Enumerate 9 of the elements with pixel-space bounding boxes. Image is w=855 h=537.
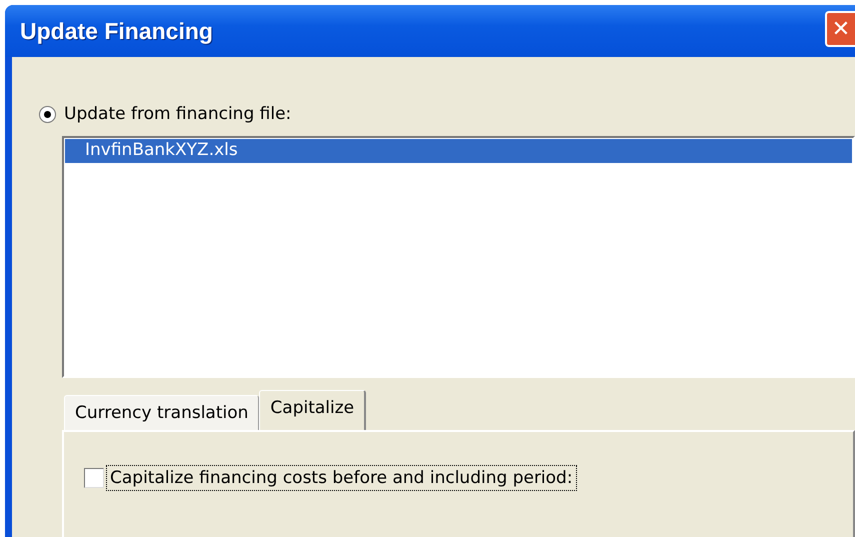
checkbox-label: Capitalize financing costs before and including period: xyxy=(106,465,577,491)
tab[interactable]: Currency translation xyxy=(64,395,260,430)
tab[interactable]: Capitalize xyxy=(259,390,366,430)
checkbox[interactable] xyxy=(84,468,104,488)
close-button[interactable]: ✕ xyxy=(825,11,855,47)
window-title: Update Financing xyxy=(20,18,213,44)
file-list-item[interactable]: InvfinBankXYZ.xls xyxy=(65,139,852,163)
radio-label: Update from financing file: xyxy=(64,104,292,124)
radio-button[interactable] xyxy=(39,106,56,122)
